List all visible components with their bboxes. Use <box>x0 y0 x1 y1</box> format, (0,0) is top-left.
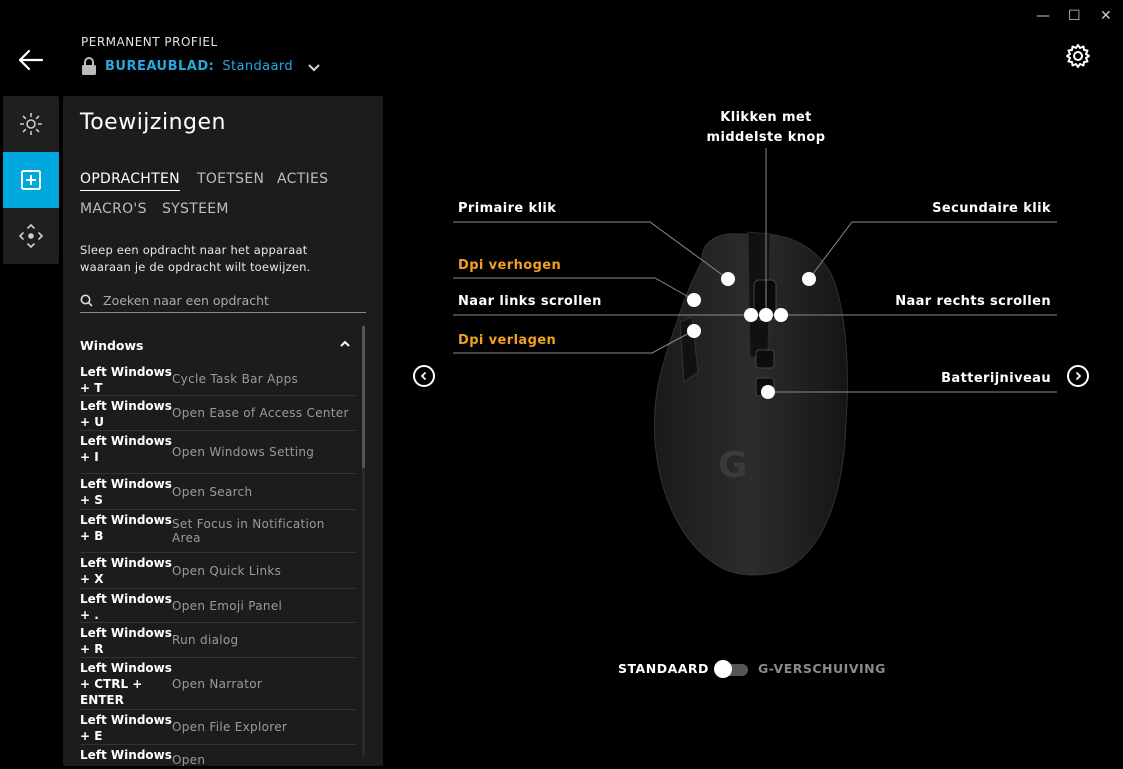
hotspot-battery[interactable] <box>761 385 775 399</box>
previous-view-button[interactable] <box>413 365 435 387</box>
toggle-knob <box>714 660 732 678</box>
label-middle-click: Klikken met middelste knop <box>706 110 826 145</box>
mode-gshift-label: G-VERSCHUIVING <box>758 661 886 676</box>
hotspot-dpi-down[interactable] <box>687 324 701 338</box>
mode-standard-label: STANDAARD <box>618 661 709 676</box>
next-view-button[interactable] <box>1067 365 1089 387</box>
hotspot-middle-click[interactable] <box>759 308 773 322</box>
hotspot-scroll-right[interactable] <box>774 308 788 322</box>
chevron-right-icon <box>1075 371 1082 381</box>
gshift-toggle[interactable] <box>712 660 748 678</box>
chevron-left-icon <box>420 371 427 381</box>
hotspot-dpi-up[interactable] <box>687 293 701 307</box>
label-dpi-down: Dpi verlagen <box>458 333 557 348</box>
label-scroll-right: Naar rechts scrollen <box>895 294 1051 309</box>
hotspot-scroll-left[interactable] <box>744 308 758 322</box>
label-battery: Batterijniveau <box>941 371 1051 386</box>
hotspot-primary[interactable] <box>721 272 735 286</box>
label-primary-click: Primaire klik <box>458 201 557 216</box>
label-dpi-up: Dpi verhogen <box>458 258 562 273</box>
label-secondary-click: Secundaire klik <box>932 201 1051 216</box>
label-scroll-left: Naar links scrollen <box>458 294 602 309</box>
hotspot-secondary[interactable] <box>802 272 816 286</box>
